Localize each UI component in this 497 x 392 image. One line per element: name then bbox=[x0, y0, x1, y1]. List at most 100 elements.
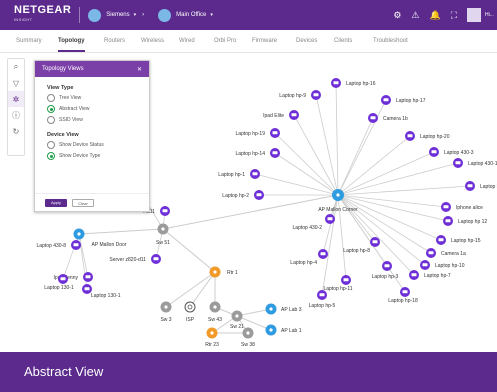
client-label: Laptop hp-18 bbox=[388, 298, 418, 304]
tab-routers[interactable]: Routers bbox=[104, 30, 125, 52]
client-node[interactable]: Laptop hp-13 bbox=[465, 181, 497, 191]
client-node[interactable]: Laptop hp 12 bbox=[443, 216, 487, 226]
client-node[interactable]: Laptop hp-20 bbox=[405, 131, 450, 141]
client-node[interactable]: Laptop hp-16 bbox=[331, 78, 376, 88]
client-node[interactable]: Camera 1a bbox=[426, 248, 466, 258]
node-label: AP Lab 3 bbox=[281, 307, 302, 313]
radio-show-device-type[interactable]: Show Device Type bbox=[47, 152, 149, 160]
laptop-screen bbox=[319, 293, 325, 297]
radio-label: Tree View bbox=[59, 95, 82, 101]
client-node[interactable]: Laptop hp-3 bbox=[372, 261, 399, 280]
node-label: Sw 43 bbox=[208, 317, 222, 323]
switch-node[interactable]: Sw 21 bbox=[230, 310, 244, 331]
client-node[interactable]: Laptop hp-14 bbox=[236, 148, 280, 158]
user-label[interactable]: Hi... bbox=[485, 12, 497, 18]
chevron-down-icon: ▾ bbox=[133, 12, 137, 18]
tab-firmware[interactable]: Firmware bbox=[252, 30, 277, 52]
client-node[interactable]: Laptop 430-3 bbox=[429, 147, 474, 157]
ap-icon-dot bbox=[269, 307, 273, 311]
tab-wired[interactable]: Wired bbox=[179, 30, 195, 52]
client-node[interactable]: Ipad Elite bbox=[263, 110, 299, 120]
fullscreen-icon[interactable]: ⛶ bbox=[451, 10, 457, 21]
org-selector[interactable]: Siemens ▾ › bbox=[88, 8, 150, 22]
user-avatar[interactable] bbox=[467, 8, 481, 22]
netgear-logo[interactable]: NETGEAR INSIGHT bbox=[14, 5, 71, 25]
app-header: NETGEAR INSIGHT Siemens ▾ › Main Office … bbox=[0, 0, 497, 30]
radio-ssid-view[interactable]: SSID View bbox=[47, 116, 149, 124]
switch-node[interactable]: Sw 3 bbox=[160, 301, 172, 324]
client-node[interactable]: Server z820-d11 bbox=[109, 254, 161, 264]
search-icon[interactable]: ⌕ bbox=[8, 59, 24, 75]
laptop-screen bbox=[153, 257, 159, 261]
isp-node[interactable]: ISP bbox=[184, 301, 196, 323]
ap-node[interactable]: AP Lab 1 bbox=[265, 324, 302, 336]
alerts-icon[interactable]: ⚠ bbox=[411, 10, 419, 21]
client-node[interactable]: Laptop hp-7 bbox=[409, 270, 451, 280]
topology-link bbox=[335, 82, 339, 196]
chevron-down-icon: ▾ bbox=[210, 12, 213, 18]
client-node[interactable]: Iphone alice bbox=[441, 202, 483, 212]
switch-node[interactable]: Sw 38 bbox=[241, 327, 255, 349]
radio-icon[interactable] bbox=[47, 116, 55, 124]
tab-topology[interactable]: Topology bbox=[58, 30, 85, 52]
router-node[interactable]: Rtr 1 bbox=[209, 266, 239, 278]
client-node[interactable]: Camera 1b bbox=[368, 113, 408, 123]
notifications-icon[interactable]: 🔔 bbox=[429, 10, 440, 21]
client-node[interactable]: Laptop 430-1 bbox=[453, 158, 497, 168]
client-node[interactable]: Laptop hp-9 bbox=[279, 90, 321, 100]
info-icon[interactable]: ⓘ bbox=[8, 107, 24, 123]
filter-icon[interactable]: ▽ bbox=[8, 75, 24, 91]
laptop-screen bbox=[445, 219, 451, 223]
node-label: Rtr 23 bbox=[205, 342, 219, 348]
client-node[interactable]: Laptop hp-15 bbox=[436, 235, 481, 245]
clear-button[interactable]: Clear bbox=[72, 198, 94, 207]
tab-orbi-pro[interactable]: Orbi Pro bbox=[214, 30, 236, 52]
tab-devices[interactable]: Devices bbox=[296, 30, 317, 52]
client-node[interactable]: Laptop hp-17 bbox=[381, 95, 426, 105]
location-selector[interactable]: Main Office ▾ bbox=[158, 8, 213, 22]
tab-troubleshoot[interactable]: Troubleshoot bbox=[373, 30, 408, 52]
client-node[interactable]: Laptop hp-2 bbox=[222, 190, 264, 200]
client-label: Laptop hp-1 bbox=[218, 172, 245, 178]
client-node[interactable]: Laptop hp-11 bbox=[323, 275, 353, 292]
tab-clients[interactable]: Clients bbox=[334, 30, 352, 52]
panel-header: Topology Views ✕ bbox=[35, 61, 149, 77]
radio-label: Abstract View bbox=[59, 106, 90, 112]
topology-link bbox=[274, 132, 339, 196]
client-node[interactable]: Laptop hp-19 bbox=[236, 128, 280, 138]
header-actions: ⚙ ⚠ 🔔 ⛶ Hi... bbox=[393, 0, 497, 30]
radio-icon[interactable] bbox=[47, 105, 55, 113]
radio-tree-view[interactable]: Tree View bbox=[47, 94, 149, 102]
client-node[interactable]: Laptop hp-8 bbox=[343, 237, 380, 254]
switch-node[interactable]: Sw 51 bbox=[156, 223, 170, 247]
radio-icon[interactable] bbox=[47, 152, 55, 160]
topology-link bbox=[274, 152, 339, 196]
settings-icon[interactable]: ⚙ bbox=[393, 10, 401, 21]
radio-icon[interactable] bbox=[47, 141, 55, 149]
ap-node[interactable]: AP Lab 3 bbox=[265, 303, 302, 315]
client-node[interactable]: Laptop hp-5 bbox=[309, 290, 336, 309]
history-icon[interactable]: ↻ bbox=[8, 123, 24, 139]
client-node[interactable]: Laptop 430-2 bbox=[293, 214, 335, 231]
tab-summary[interactable]: Summary bbox=[16, 30, 42, 52]
close-icon[interactable]: ✕ bbox=[137, 66, 142, 73]
client-label: Server z820-d11 bbox=[109, 257, 146, 263]
radio-show-device-status[interactable]: Show Device Status bbox=[47, 141, 149, 149]
laptop-screen bbox=[272, 151, 278, 155]
client-label: Camera 1a bbox=[441, 251, 466, 257]
client-node[interactable]: Laptop 130-1 bbox=[82, 284, 121, 299]
radio-icon[interactable] bbox=[47, 94, 55, 102]
caption-bar: Abstract View bbox=[0, 352, 497, 392]
radio-abstract-view[interactable]: Abstract View bbox=[47, 105, 149, 113]
location-label: Main Office bbox=[176, 12, 207, 18]
client-node[interactable]: Laptop hp-4 bbox=[290, 249, 328, 266]
router-node[interactable]: Rtr 23 bbox=[205, 327, 219, 349]
client-node[interactable]: Laptop hp-10 bbox=[420, 260, 465, 270]
tab-wireless[interactable]: Wireless bbox=[141, 30, 164, 52]
settings-icon[interactable]: ✲ bbox=[8, 91, 24, 107]
apply-button[interactable]: Apply bbox=[45, 198, 67, 207]
client-node[interactable]: Laptop hp-18 bbox=[388, 287, 418, 304]
client-node[interactable]: Laptop hp-1 bbox=[218, 169, 260, 179]
client-node[interactable]: Laptop 430-8 bbox=[37, 240, 81, 250]
switch-node[interactable]: Sw 43 bbox=[208, 301, 222, 324]
